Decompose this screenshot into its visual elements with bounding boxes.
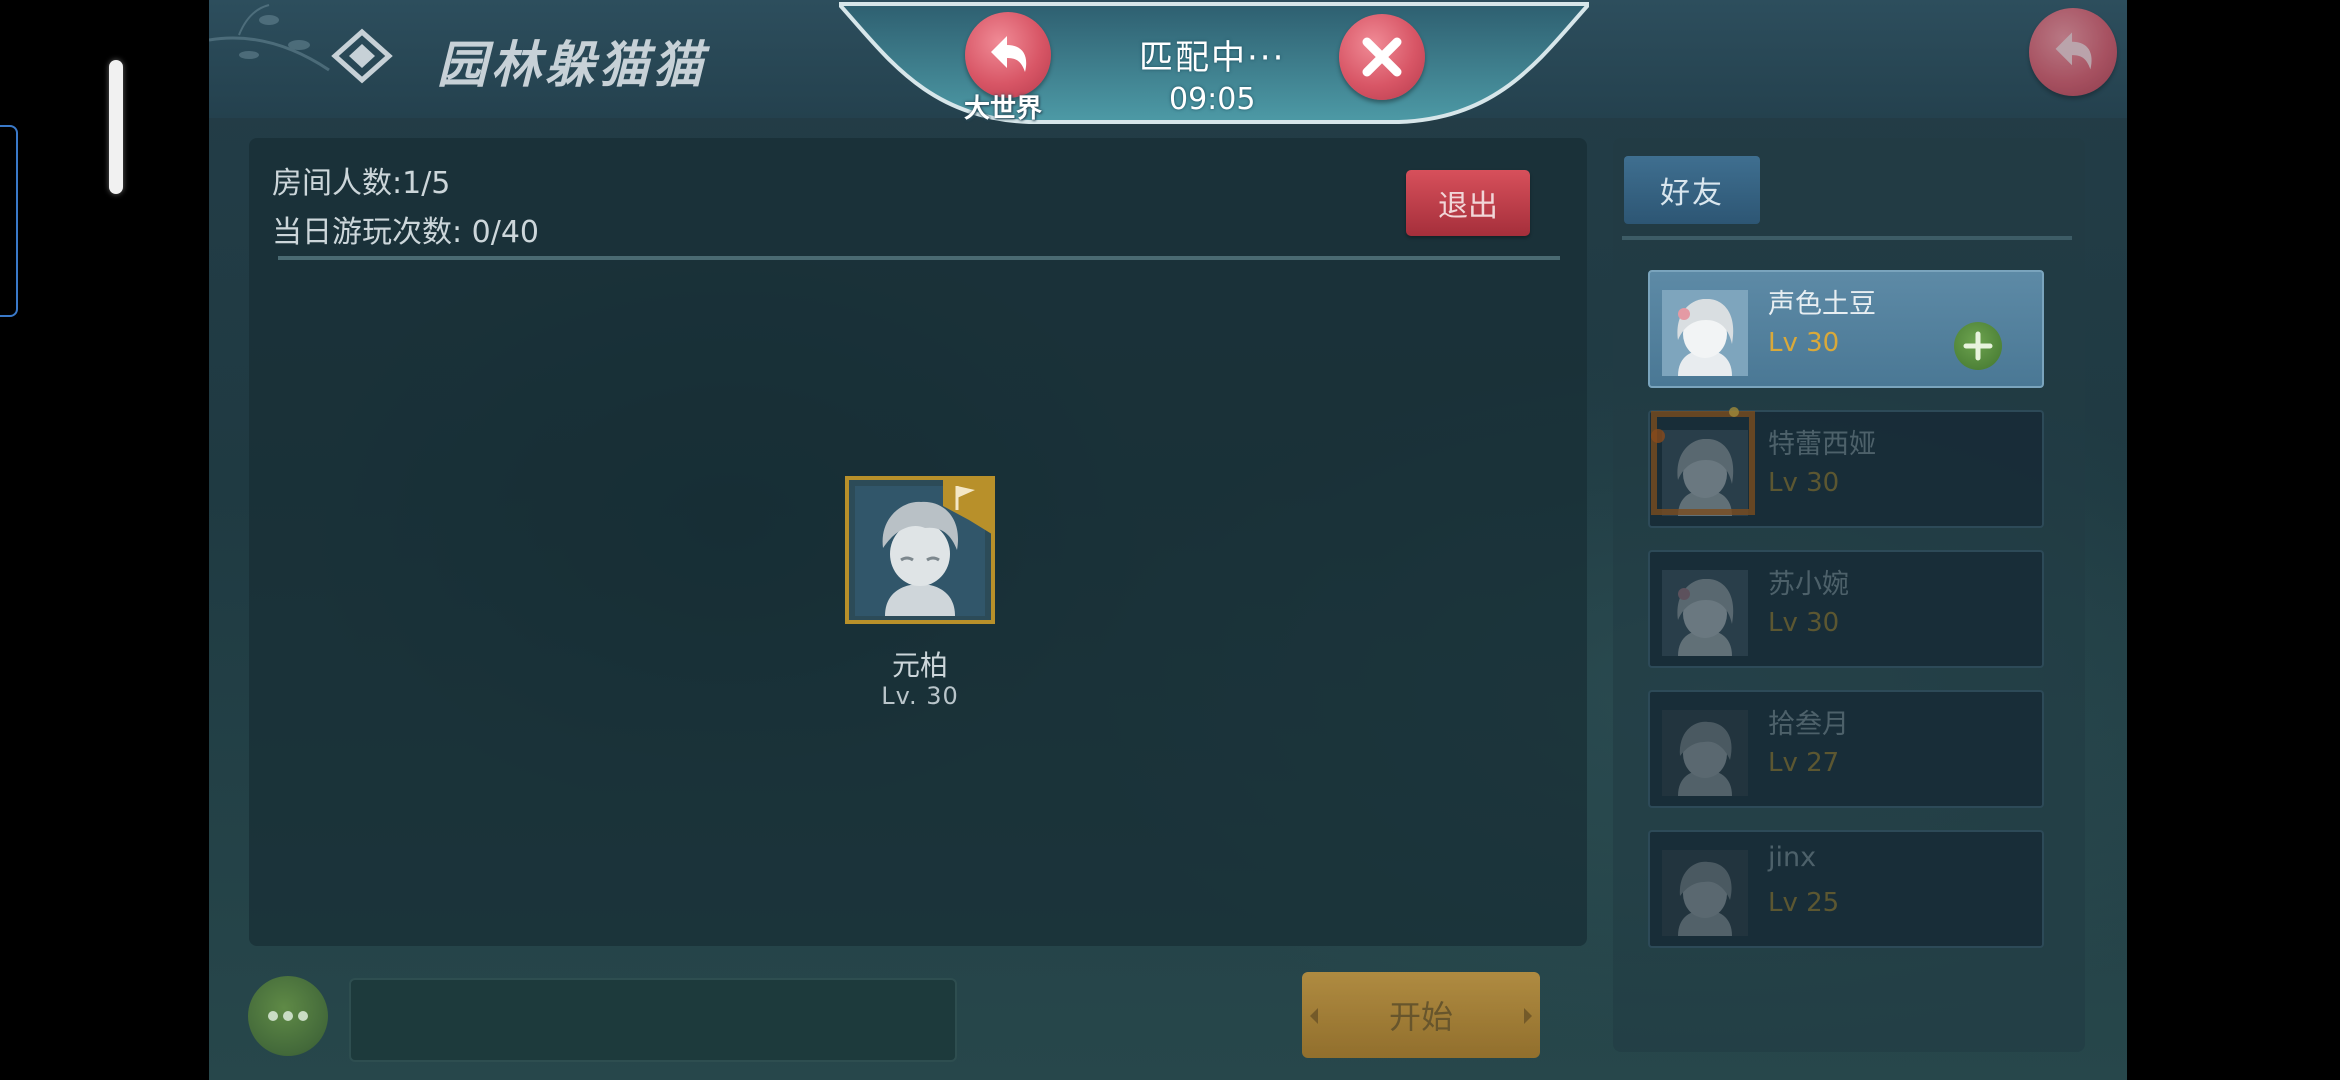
room-player-count: 房间人数:1/5: [272, 166, 451, 201]
edge-panel-handle[interactable]: [0, 125, 18, 317]
match-timer: 09:05: [1169, 82, 1256, 117]
friend-name: 拾叁月: [1768, 709, 1849, 740]
tab-friends[interactable]: 好友: [1624, 156, 1760, 224]
friend-name: 苏小婉: [1768, 569, 1849, 600]
friend-name: jinx: [1768, 842, 1817, 873]
friend-item[interactable]: 特蕾西娅 Lv 30: [1648, 407, 2044, 528]
right-tip-icon: [1524, 1008, 1532, 1024]
exit-room-button[interactable]: 退出: [1406, 170, 1530, 236]
plus-icon: [1963, 331, 1993, 361]
friend-level: Lv 25: [1768, 888, 1840, 918]
ellipsis-dot: [298, 1011, 308, 1021]
system-side-handle[interactable]: [109, 60, 123, 194]
friend-item[interactable]: 拾叁月 Lv 27: [1648, 690, 2044, 808]
friend-level: Lv 30: [1768, 608, 1840, 638]
friend-level: Lv 27: [1768, 748, 1840, 778]
back-arrow-icon: [2055, 32, 2092, 70]
friend-level: Lv 30: [1768, 468, 1840, 498]
daily-play-count: 当日游玩次数: 0/40: [272, 215, 540, 250]
left-tip-icon: [1310, 1008, 1318, 1024]
back-world-label: 大世界: [964, 94, 1043, 124]
friends-divider: [1622, 236, 2072, 240]
friend-item[interactable]: jinx Lv 25: [1648, 830, 2044, 948]
friend-avatar: [1662, 850, 1748, 936]
ellipsis-dot: [283, 1011, 293, 1021]
match-status-text: 匹配中···: [1139, 38, 1286, 78]
friend-avatar: [1662, 710, 1748, 796]
friend-avatar: [1662, 570, 1748, 656]
friend-name: 特蕾西娅: [1768, 429, 1876, 460]
player-level: Lv. 30: [881, 682, 959, 710]
player-slot[interactable]: [845, 476, 995, 624]
avatar-frame-icon: [1651, 407, 1755, 515]
game-title: 园林躲猫猫: [437, 36, 707, 94]
more-options-button[interactable]: [248, 976, 328, 1056]
branch-decoration-icon: [209, 4, 330, 72]
flag-icon: [943, 476, 995, 536]
exit-game-button[interactable]: [2029, 8, 2117, 96]
start-label: 开始: [1388, 998, 1453, 1036]
add-friend-button[interactable]: [1954, 322, 2002, 370]
room-divider: [278, 256, 1560, 260]
friend-level: Lv 30: [1768, 328, 1840, 358]
back-arrow-icon: [991, 36, 1027, 72]
friend-item[interactable]: 苏小婉 Lv 30: [1648, 550, 2044, 668]
cancel-match-button[interactable]: [1339, 14, 1425, 100]
start-button[interactable]: 开始: [1302, 972, 1540, 1058]
friend-name: 声色土豆: [1768, 289, 1876, 320]
chat-input[interactable]: [349, 978, 957, 1062]
game-logo-icon: [331, 28, 393, 84]
back-to-world-button[interactable]: [965, 12, 1051, 98]
friend-avatar: [1662, 290, 1748, 376]
ellipsis-icon: [268, 1011, 278, 1021]
screen: 园林躲猫猫 大世界 匹配中··· 09:05 房间人数:1/5 当日游玩次数: …: [0, 0, 2340, 1080]
friend-item[interactable]: 声色土豆 Lv 30: [1648, 270, 2044, 388]
close-icon: [1362, 37, 1402, 77]
player-name: 元柏: [891, 649, 948, 682]
